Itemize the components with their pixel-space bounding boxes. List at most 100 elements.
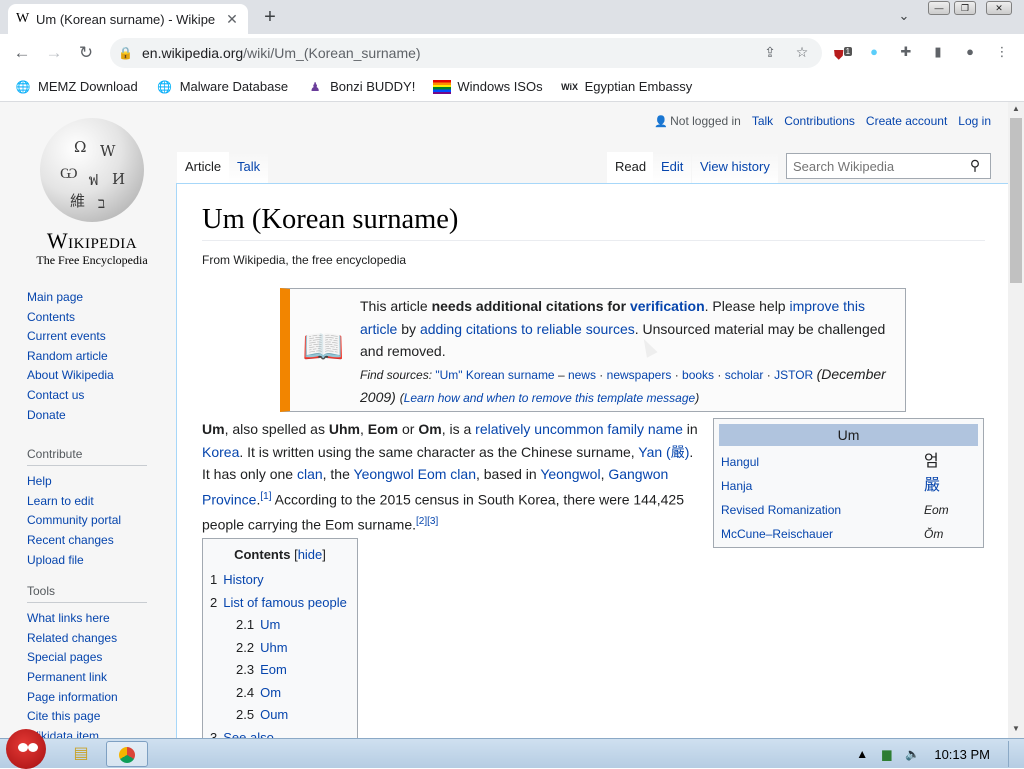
close-window-button[interactable]: ✕: [986, 1, 1012, 15]
wikipedia-logo[interactable]: Ω W Ѡ ฟ И 維 ב Wikipedia The Free Encyclo…: [22, 118, 162, 267]
nav-what-links-here[interactable]: What links here: [27, 609, 152, 629]
tab-talk[interactable]: Talk: [229, 152, 269, 184]
chrome-taskbar-icon[interactable]: [106, 741, 148, 767]
minimize-button[interactable]: —: [928, 1, 950, 15]
learn-remove-template-link[interactable]: Learn how and when to remove this templa…: [404, 391, 696, 405]
nav-contents[interactable]: Contents: [27, 308, 152, 328]
browser-tab[interactable]: W Um (Korean surname) - Wikipe ✕: [8, 4, 248, 34]
reference-3[interactable]: [3]: [427, 516, 438, 527]
nav-upload-file[interactable]: Upload file: [27, 551, 152, 571]
nav-donate[interactable]: Donate: [27, 406, 152, 426]
bookmark-bonzi[interactable]: ♟ Bonzi BUDDY!: [306, 79, 416, 94]
profile-avatar-icon[interactable]: ●: [960, 42, 980, 62]
yeongwol-link[interactable]: Yeongwol: [540, 466, 600, 482]
search-icon[interactable]: ⚲: [966, 157, 984, 175]
toc-item[interactable]: 2.4 Om: [210, 682, 350, 705]
toc-link[interactable]: Um: [260, 617, 280, 632]
user-talk-link[interactable]: Talk: [752, 114, 773, 128]
ublock-extension-icon[interactable]: ⛊ 1: [833, 42, 853, 62]
toc-hide-toggle[interactable]: hide: [298, 547, 323, 562]
nav-community-portal[interactable]: Community portal: [27, 511, 152, 531]
toc-link[interactable]: Eom: [260, 662, 287, 677]
nav-help[interactable]: Help: [27, 472, 152, 492]
newspapers-link[interactable]: newspapers: [607, 368, 672, 382]
find-sources-query-link[interactable]: "Um" Korean surname: [435, 368, 554, 382]
volume-icon[interactable]: 🔈: [905, 747, 920, 761]
infobox-value-link[interactable]: 嚴: [924, 477, 976, 495]
nav-related-changes[interactable]: Related changes: [27, 629, 152, 649]
toc-link[interactable]: Oum: [260, 707, 288, 722]
books-link[interactable]: books: [682, 368, 714, 382]
create-account-link[interactable]: Create account: [866, 114, 947, 128]
scroll-up-arrow-icon[interactable]: ▲: [1008, 102, 1024, 116]
infobox-label-link[interactable]: McCune–Reischauer: [721, 525, 833, 543]
toc-link[interactable]: List of famous people: [223, 595, 347, 610]
network-icon[interactable]: ▆: [882, 747, 891, 761]
toc-link[interactable]: Uhm: [260, 640, 287, 655]
tab-edit[interactable]: Edit: [653, 152, 692, 184]
toc-link[interactable]: Om: [260, 685, 281, 700]
bookmark-memz[interactable]: 🌐 MEMZ Download: [14, 79, 138, 94]
close-tab-icon[interactable]: ✕: [224, 11, 240, 28]
scrollbar-thumb[interactable]: [1010, 118, 1022, 283]
verification-link[interactable]: verification: [630, 298, 705, 314]
adding-citations-link[interactable]: adding citations to reliable sources: [420, 321, 635, 337]
reference-1[interactable]: [1]: [260, 491, 271, 502]
back-icon[interactable]: ←: [10, 42, 34, 64]
address-bar[interactable]: 🔒 en.wikipedia.org /wiki/Um_(Korean_surn…: [110, 38, 822, 68]
toc-item[interactable]: 2.1 Um: [210, 614, 350, 637]
lock-icon[interactable]: 🔒: [118, 46, 142, 60]
infobox-label-link[interactable]: Revised Romanization: [721, 501, 841, 519]
clock[interactable]: 10:13 PM: [934, 747, 990, 762]
toc-item[interactable]: 2.2 Uhm: [210, 637, 350, 660]
nav-wikidata-item[interactable]: Wikidata item: [27, 727, 152, 738]
toc-item[interactable]: 3 See also: [210, 727, 350, 739]
bookmark-malware-db[interactable]: 🌐 Malware Database: [156, 79, 288, 94]
korea-link[interactable]: Korea: [202, 444, 239, 460]
toc-item[interactable]: 2 List of famous people: [210, 592, 350, 615]
extensions-puzzle-icon[interactable]: ✚: [896, 42, 916, 62]
toc-link[interactable]: See also: [223, 730, 274, 739]
reference-2[interactable]: [2]: [416, 516, 427, 527]
browser-menu-icon[interactable]: ⋮: [992, 42, 1012, 62]
yeongwol-eom-clan-link[interactable]: Yeongwol Eom clan: [354, 466, 476, 482]
scroll-down-arrow-icon[interactable]: ▼: [1008, 722, 1024, 736]
clan-link[interactable]: clan: [297, 466, 323, 482]
bookmark-star-icon[interactable]: ☆: [792, 42, 812, 62]
contributions-link[interactable]: Contributions: [784, 114, 855, 128]
tab-read[interactable]: Read: [607, 152, 655, 184]
trans-flag-extension-icon[interactable]: ●: [864, 42, 884, 62]
nav-recent-changes[interactable]: Recent changes: [27, 531, 152, 551]
show-desktop-button[interactable]: [1008, 741, 1016, 767]
family-name-link[interactable]: relatively uncommon family name: [475, 421, 683, 437]
jstor-link[interactable]: JSTOR: [774, 368, 813, 382]
nav-cite-this-page[interactable]: Cite this page: [27, 707, 152, 727]
infobox-label-link[interactable]: Hanja: [721, 477, 752, 495]
toc-link[interactable]: History: [223, 572, 263, 587]
bookmark-windows-isos[interactable]: Windows ISOs: [433, 79, 543, 94]
log-in-link[interactable]: Log in: [958, 114, 991, 128]
tab-view-history[interactable]: View history: [692, 152, 778, 184]
share-icon[interactable]: ⇪: [760, 42, 780, 62]
search-input[interactable]: [786, 153, 991, 179]
nav-page-information[interactable]: Page information: [27, 688, 152, 708]
nav-current-events[interactable]: Current events: [27, 327, 152, 347]
side-panel-icon[interactable]: ▮: [928, 42, 948, 62]
show-hidden-icons-icon[interactable]: ▲: [856, 747, 868, 761]
scholar-link[interactable]: scholar: [725, 368, 764, 382]
tab-search-chevron-icon[interactable]: ⌄: [894, 8, 914, 26]
maximize-button[interactable]: ❐: [954, 1, 976, 15]
nav-about-wikipedia[interactable]: About Wikipedia: [27, 366, 152, 386]
nav-special-pages[interactable]: Special pages: [27, 648, 152, 668]
forward-icon[interactable]: →: [42, 42, 66, 64]
new-tab-button[interactable]: +: [258, 6, 282, 28]
toc-item[interactable]: 1 History: [210, 569, 350, 592]
toc-item[interactable]: 2.5 Oum: [210, 704, 350, 727]
nav-main-page[interactable]: Main page: [27, 288, 152, 308]
toc-item[interactable]: 2.3 Eom: [210, 659, 350, 682]
bookmark-egyptian-embassy[interactable]: WiX Egyptian Embassy: [561, 79, 692, 94]
reload-icon[interactable]: ↻: [74, 42, 98, 64]
start-button-angry-bird-icon[interactable]: [6, 729, 46, 769]
nav-learn-to-edit[interactable]: Learn to edit: [27, 492, 152, 512]
nav-permanent-link[interactable]: Permanent link: [27, 668, 152, 688]
